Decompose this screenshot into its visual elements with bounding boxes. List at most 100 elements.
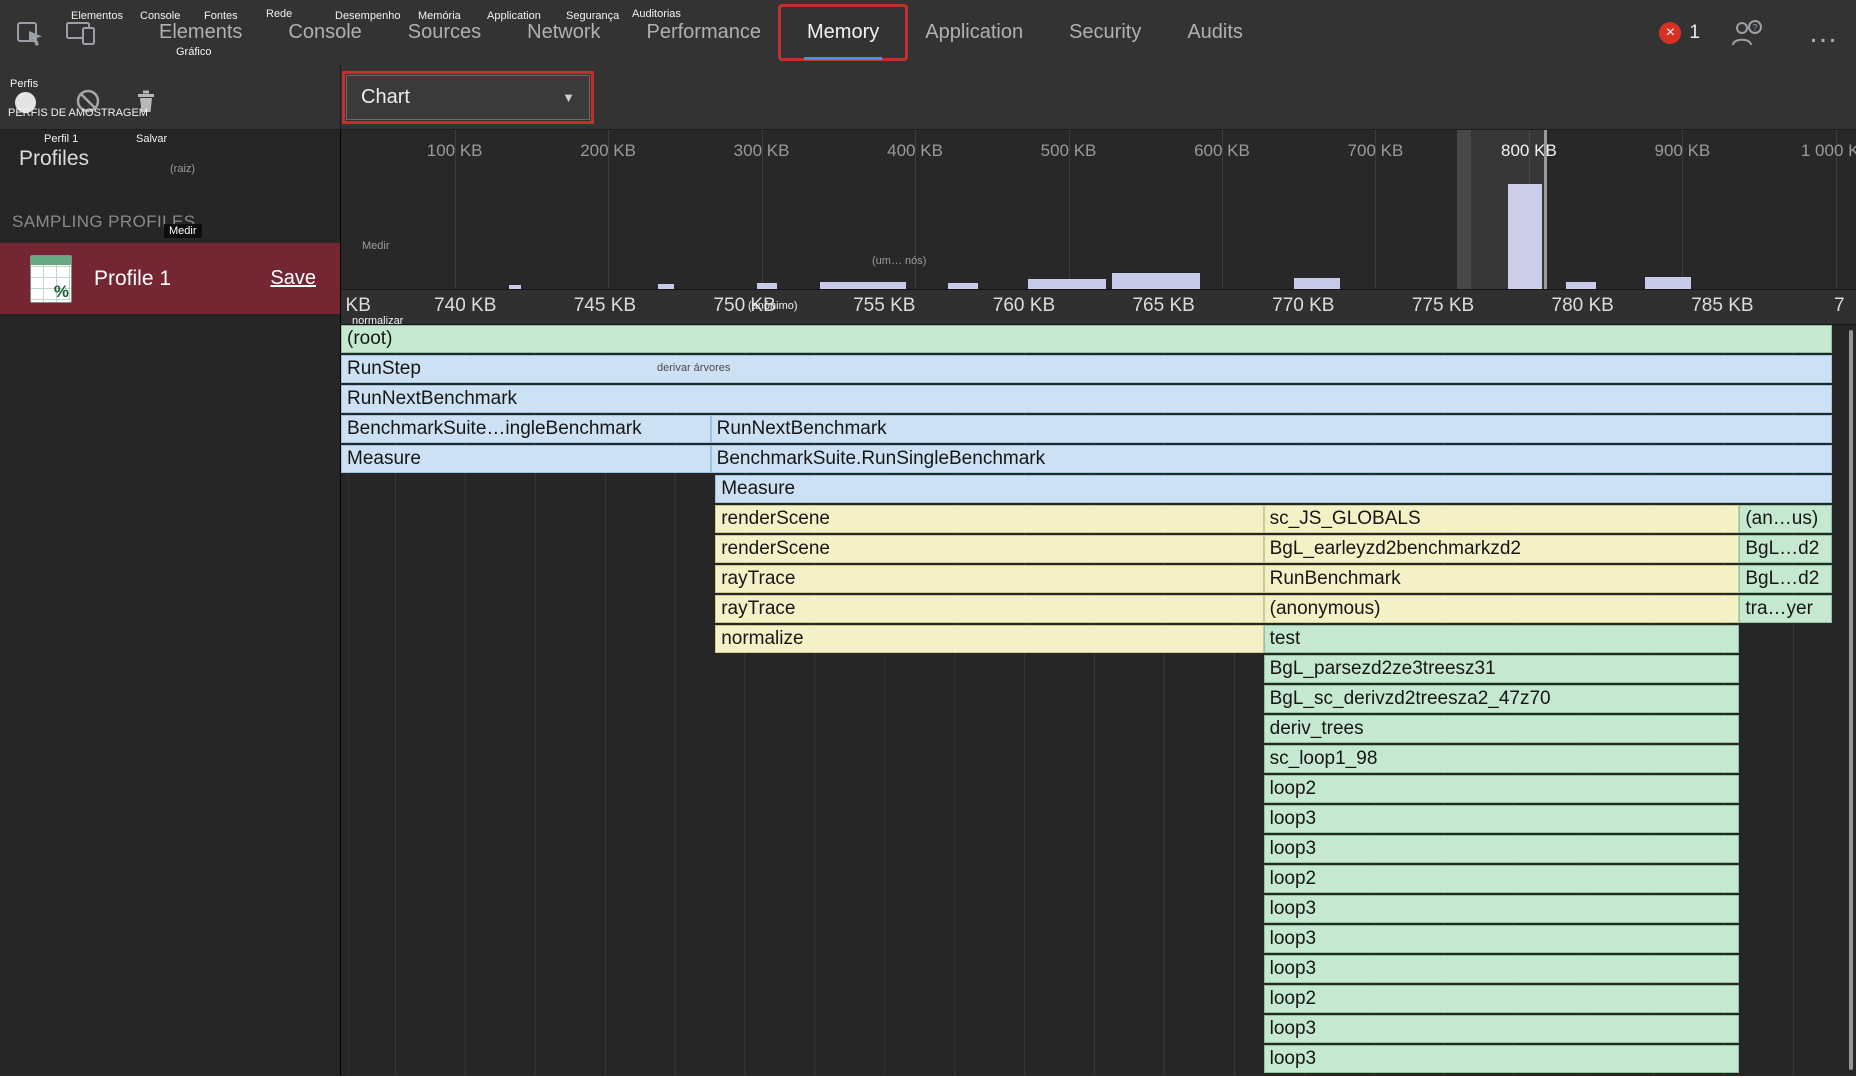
window-frame-right bbox=[1856, 0, 1864, 1078]
profile-list-item[interactable]: % Profile 1 Save bbox=[0, 243, 340, 314]
devtools-tab-bar: Elements Console Sources Network Perform… bbox=[136, 0, 1266, 65]
overview-tick-label: 200 KB bbox=[580, 141, 636, 161]
flame-frame[interactable]: sc_JS_GLOBALS bbox=[1264, 505, 1740, 533]
chevron-down-icon: ▼ bbox=[562, 90, 575, 105]
translation-label: Gráfico bbox=[176, 46, 211, 58]
translation-label: Salvar bbox=[136, 133, 167, 145]
memory-view-toolbar: Chart ▼ bbox=[341, 65, 1856, 130]
flame-frame[interactable]: Measure bbox=[715, 475, 1832, 503]
error-count-badge[interactable]: × 1 bbox=[1659, 22, 1700, 44]
translation-label: Medir bbox=[164, 224, 202, 238]
flame-frame[interactable]: RunStep bbox=[341, 355, 1832, 383]
percent-glyph: % bbox=[54, 282, 69, 302]
overview-tick-label: 600 KB bbox=[1194, 141, 1250, 161]
translation-label: Perfis bbox=[10, 78, 38, 90]
axis-tick-label: 760 KB bbox=[993, 295, 1055, 317]
vertical-scrollbar[interactable] bbox=[1849, 330, 1853, 1070]
axis-tick-label: 745 KB bbox=[574, 295, 636, 317]
translation-label: normalizar bbox=[352, 315, 403, 327]
overview-histogram-bar bbox=[1112, 273, 1200, 289]
flame-frame[interactable]: loop3 bbox=[1264, 955, 1740, 983]
flame-frame[interactable]: loop3 bbox=[1264, 895, 1740, 923]
flame-frame[interactable]: loop3 bbox=[1264, 1015, 1740, 1043]
profile-name: Profile 1 bbox=[94, 267, 171, 291]
overview-tick-label: 500 KB bbox=[1041, 141, 1097, 161]
flame-frame[interactable]: tra…yer bbox=[1739, 595, 1831, 623]
flame-frame[interactable]: RunNextBenchmark bbox=[341, 385, 1832, 413]
flame-frame[interactable]: loop3 bbox=[1264, 925, 1740, 953]
axis-tick-label: 7 bbox=[1834, 295, 1845, 317]
flame-frame[interactable]: loop2 bbox=[1264, 865, 1740, 893]
flame-frame[interactable]: BgL_parsezd2ze3treesz31 bbox=[1264, 655, 1740, 683]
translation-label: Elementos bbox=[71, 10, 123, 22]
flame-frame[interactable]: RunBenchmark bbox=[1264, 565, 1740, 593]
flame-chart[interactable]: (root)RunStepRunNextBenchmarkBenchmarkSu… bbox=[341, 325, 1856, 1076]
tab-application[interactable]: Application bbox=[902, 0, 1046, 65]
overview-tick-label: 900 KB bbox=[1654, 141, 1710, 161]
flame-frame[interactable]: normalize bbox=[715, 625, 1263, 653]
flame-frame[interactable]: renderScene bbox=[715, 505, 1263, 533]
flame-frame[interactable]: sc_loop1_98 bbox=[1264, 745, 1740, 773]
flame-frame[interactable]: BgL…d2 bbox=[1739, 565, 1831, 593]
flame-frame[interactable]: (anonymous) bbox=[1264, 595, 1740, 623]
chart-view-select-value: Chart bbox=[361, 86, 410, 109]
overview-tick-label: 700 KB bbox=[1348, 141, 1404, 161]
translation-label: PERFIS DE AMOSTRAGEM bbox=[8, 107, 148, 119]
flame-frame[interactable]: renderScene bbox=[715, 535, 1263, 563]
error-count: 1 bbox=[1689, 22, 1700, 44]
translation-label: Rede bbox=[266, 8, 292, 20]
devtools-window: Elements Console Sources Network Perform… bbox=[0, 0, 1864, 1078]
tab-audits[interactable]: Audits bbox=[1164, 0, 1266, 65]
flame-frame[interactable]: rayTrace bbox=[715, 595, 1263, 623]
overview-histogram-bar bbox=[1566, 282, 1596, 289]
translation-label: Perfil 1 bbox=[44, 133, 78, 145]
flame-frame[interactable]: Measure bbox=[341, 445, 711, 473]
translation-label: Application bbox=[487, 10, 541, 22]
overview-timeline[interactable]: 100 KB200 KB300 KB400 KB500 KB600 KB700 … bbox=[341, 130, 1856, 289]
flame-frame[interactable]: BgL_earleyzd2benchmarkzd2 bbox=[1264, 535, 1740, 563]
flame-frame[interactable]: BenchmarkSuite.RunSingleBenchmark bbox=[711, 445, 1832, 473]
profiles-panel-title: Profiles bbox=[19, 147, 89, 171]
feedback-person-icon[interactable]: ? bbox=[1728, 15, 1764, 51]
flame-frame[interactable]: deriv_trees bbox=[1264, 715, 1740, 743]
flame-frame[interactable]: rayTrace bbox=[715, 565, 1263, 593]
tab-security[interactable]: Security bbox=[1046, 0, 1164, 65]
more-menu-button[interactable]: … bbox=[1808, 23, 1840, 43]
overview-tick-label: 400 KB bbox=[887, 141, 943, 161]
flame-frame[interactable]: BgL…d2 bbox=[1739, 535, 1831, 563]
translation-label: Memória bbox=[418, 10, 461, 22]
flame-frame[interactable]: RunNextBenchmark bbox=[711, 415, 1832, 443]
translation-label: Segurança bbox=[566, 10, 619, 22]
selection-left-handle[interactable] bbox=[1457, 130, 1471, 289]
save-profile-link[interactable]: Save bbox=[270, 267, 316, 290]
axis-tick-label: 775 KB bbox=[1412, 295, 1474, 317]
translation-label: (anónimo) bbox=[748, 300, 798, 312]
flame-frame[interactable]: BgL_sc_derivzd2treesza2_47z70 bbox=[1264, 685, 1740, 713]
flame-frame[interactable]: loop3 bbox=[1264, 805, 1740, 833]
overview-tick-label: 300 KB bbox=[734, 141, 790, 161]
tab-memory[interactable]: Memory bbox=[784, 0, 902, 65]
flame-frame[interactable]: BenchmarkSuite…ingleBenchmark bbox=[341, 415, 711, 443]
translation-label: (um… nós) bbox=[872, 255, 926, 267]
axis-tick-label: 785 KB bbox=[1691, 295, 1753, 317]
translation-label: derivar árvores bbox=[657, 362, 730, 374]
overview-histogram-bar bbox=[1645, 277, 1691, 289]
flame-frame[interactable]: loop3 bbox=[1264, 835, 1740, 863]
inspect-element-icon[interactable] bbox=[12, 15, 48, 51]
translation-label: Auditorias bbox=[632, 8, 681, 20]
overview-selection-window[interactable] bbox=[1471, 130, 1547, 289]
flame-frame[interactable]: loop3 bbox=[1264, 1045, 1740, 1073]
flame-frame[interactable]: loop2 bbox=[1264, 985, 1740, 1013]
flame-frame[interactable]: loop2 bbox=[1264, 775, 1740, 803]
heap-profile-icon: % bbox=[30, 255, 72, 303]
selection-right-handle[interactable] bbox=[1544, 130, 1547, 289]
axis-tick-label: 780 KB bbox=[1552, 295, 1614, 317]
flame-frame[interactable]: (an…us) bbox=[1739, 505, 1831, 533]
flame-frame[interactable]: (root) bbox=[341, 325, 1832, 353]
flame-frame[interactable]: test bbox=[1264, 625, 1740, 653]
chart-view-select[interactable]: Chart ▼ bbox=[346, 75, 590, 120]
axis-tick-label: 765 KB bbox=[1132, 295, 1194, 317]
axis-tick-label: 755 KB bbox=[853, 295, 915, 317]
svg-text:?: ? bbox=[1752, 22, 1757, 32]
axis-tick-label: KB bbox=[346, 295, 371, 317]
